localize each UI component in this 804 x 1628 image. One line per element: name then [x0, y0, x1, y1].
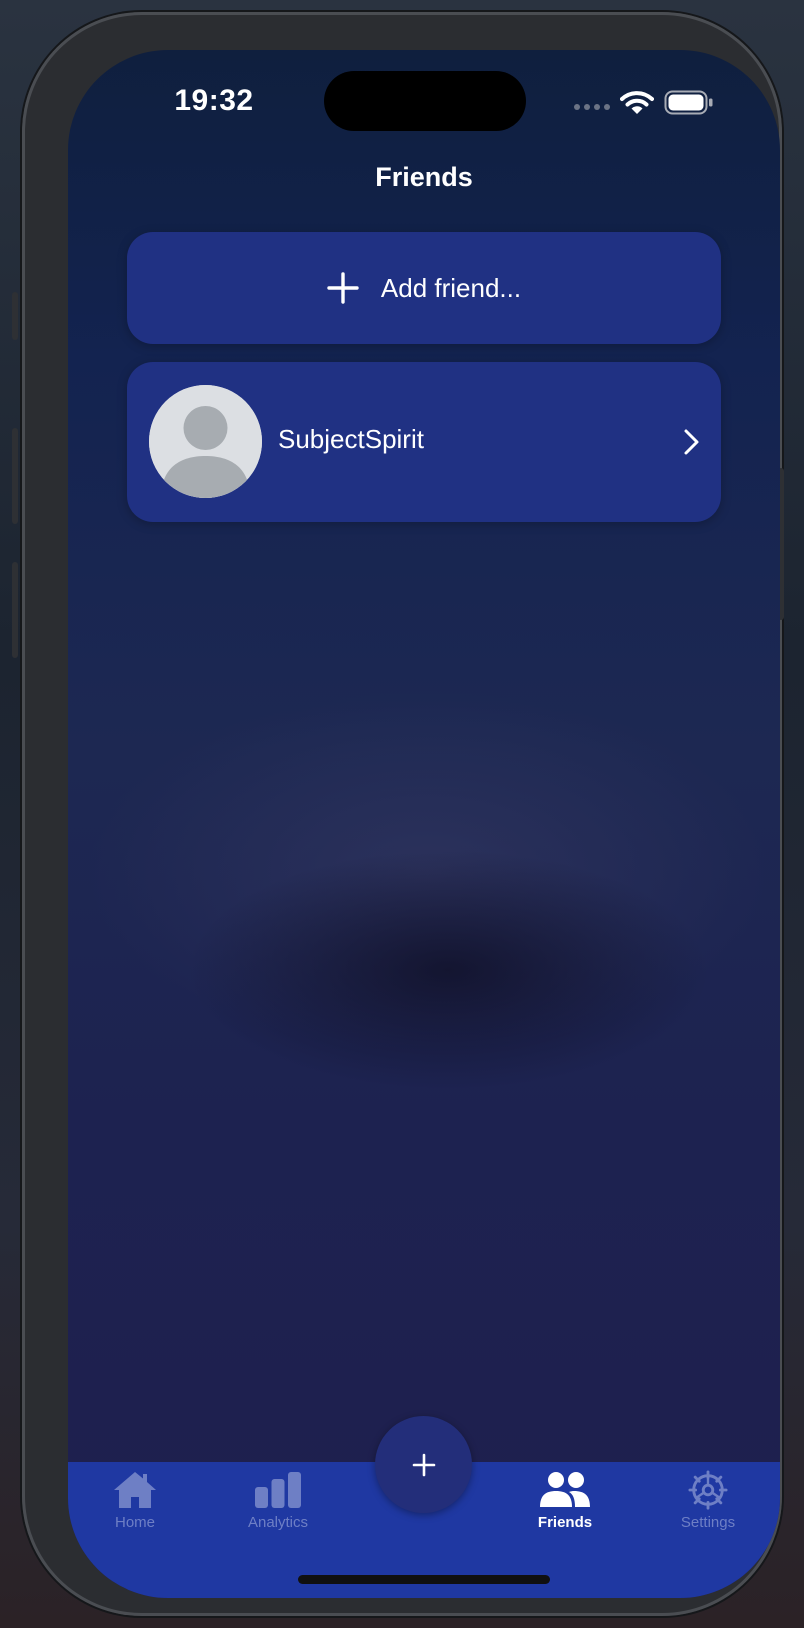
add-fab-button[interactable]: [375, 1416, 472, 1513]
friend-name: SubjectSpirit: [278, 424, 424, 454]
bar-chart-icon: [255, 1472, 301, 1508]
page-title: Friends: [375, 162, 473, 192]
action-button: [12, 292, 18, 340]
tab-friends-label: Friends: [537, 1514, 593, 1531]
tab-home[interactable]: Home: [80, 1470, 190, 1542]
friend-row[interactable]: SubjectSpirit: [127, 362, 721, 522]
avatar-placeholder-icon: [149, 385, 262, 498]
volume-up-button: [12, 428, 18, 524]
phone-frame: 19:32 Friends Add friend... SubjectSpiri…: [12, 12, 784, 1616]
status-time: 19:32: [174, 84, 254, 117]
tab-home-label: Home: [114, 1514, 155, 1531]
wifi-icon: [620, 91, 654, 114]
house-icon: [114, 1472, 156, 1508]
tab-settings-label: Settings: [680, 1514, 736, 1531]
people-icon: [540, 1472, 590, 1507]
tab-friends[interactable]: Friends: [510, 1470, 620, 1542]
gear-icon: [688, 1470, 728, 1510]
screen: 19:32 Friends Add friend... SubjectSpiri…: [68, 50, 780, 1598]
plus-icon: [327, 272, 359, 304]
plus-icon: [412, 1453, 435, 1476]
tab-settings[interactable]: Settings: [653, 1470, 763, 1542]
tab-analytics[interactable]: Analytics: [223, 1470, 333, 1542]
add-friend-label: Add friend...: [380, 272, 522, 303]
home-indicator[interactable]: [298, 1575, 550, 1584]
add-friend-button[interactable]: Add friend...: [127, 232, 721, 344]
chevron-right-icon: [684, 429, 699, 455]
tab-analytics-label: Analytics: [247, 1514, 309, 1531]
cellular-signal-icon: [574, 104, 610, 110]
volume-down-button: [12, 562, 18, 658]
battery-icon: [664, 90, 713, 115]
dynamic-island: [324, 71, 526, 131]
